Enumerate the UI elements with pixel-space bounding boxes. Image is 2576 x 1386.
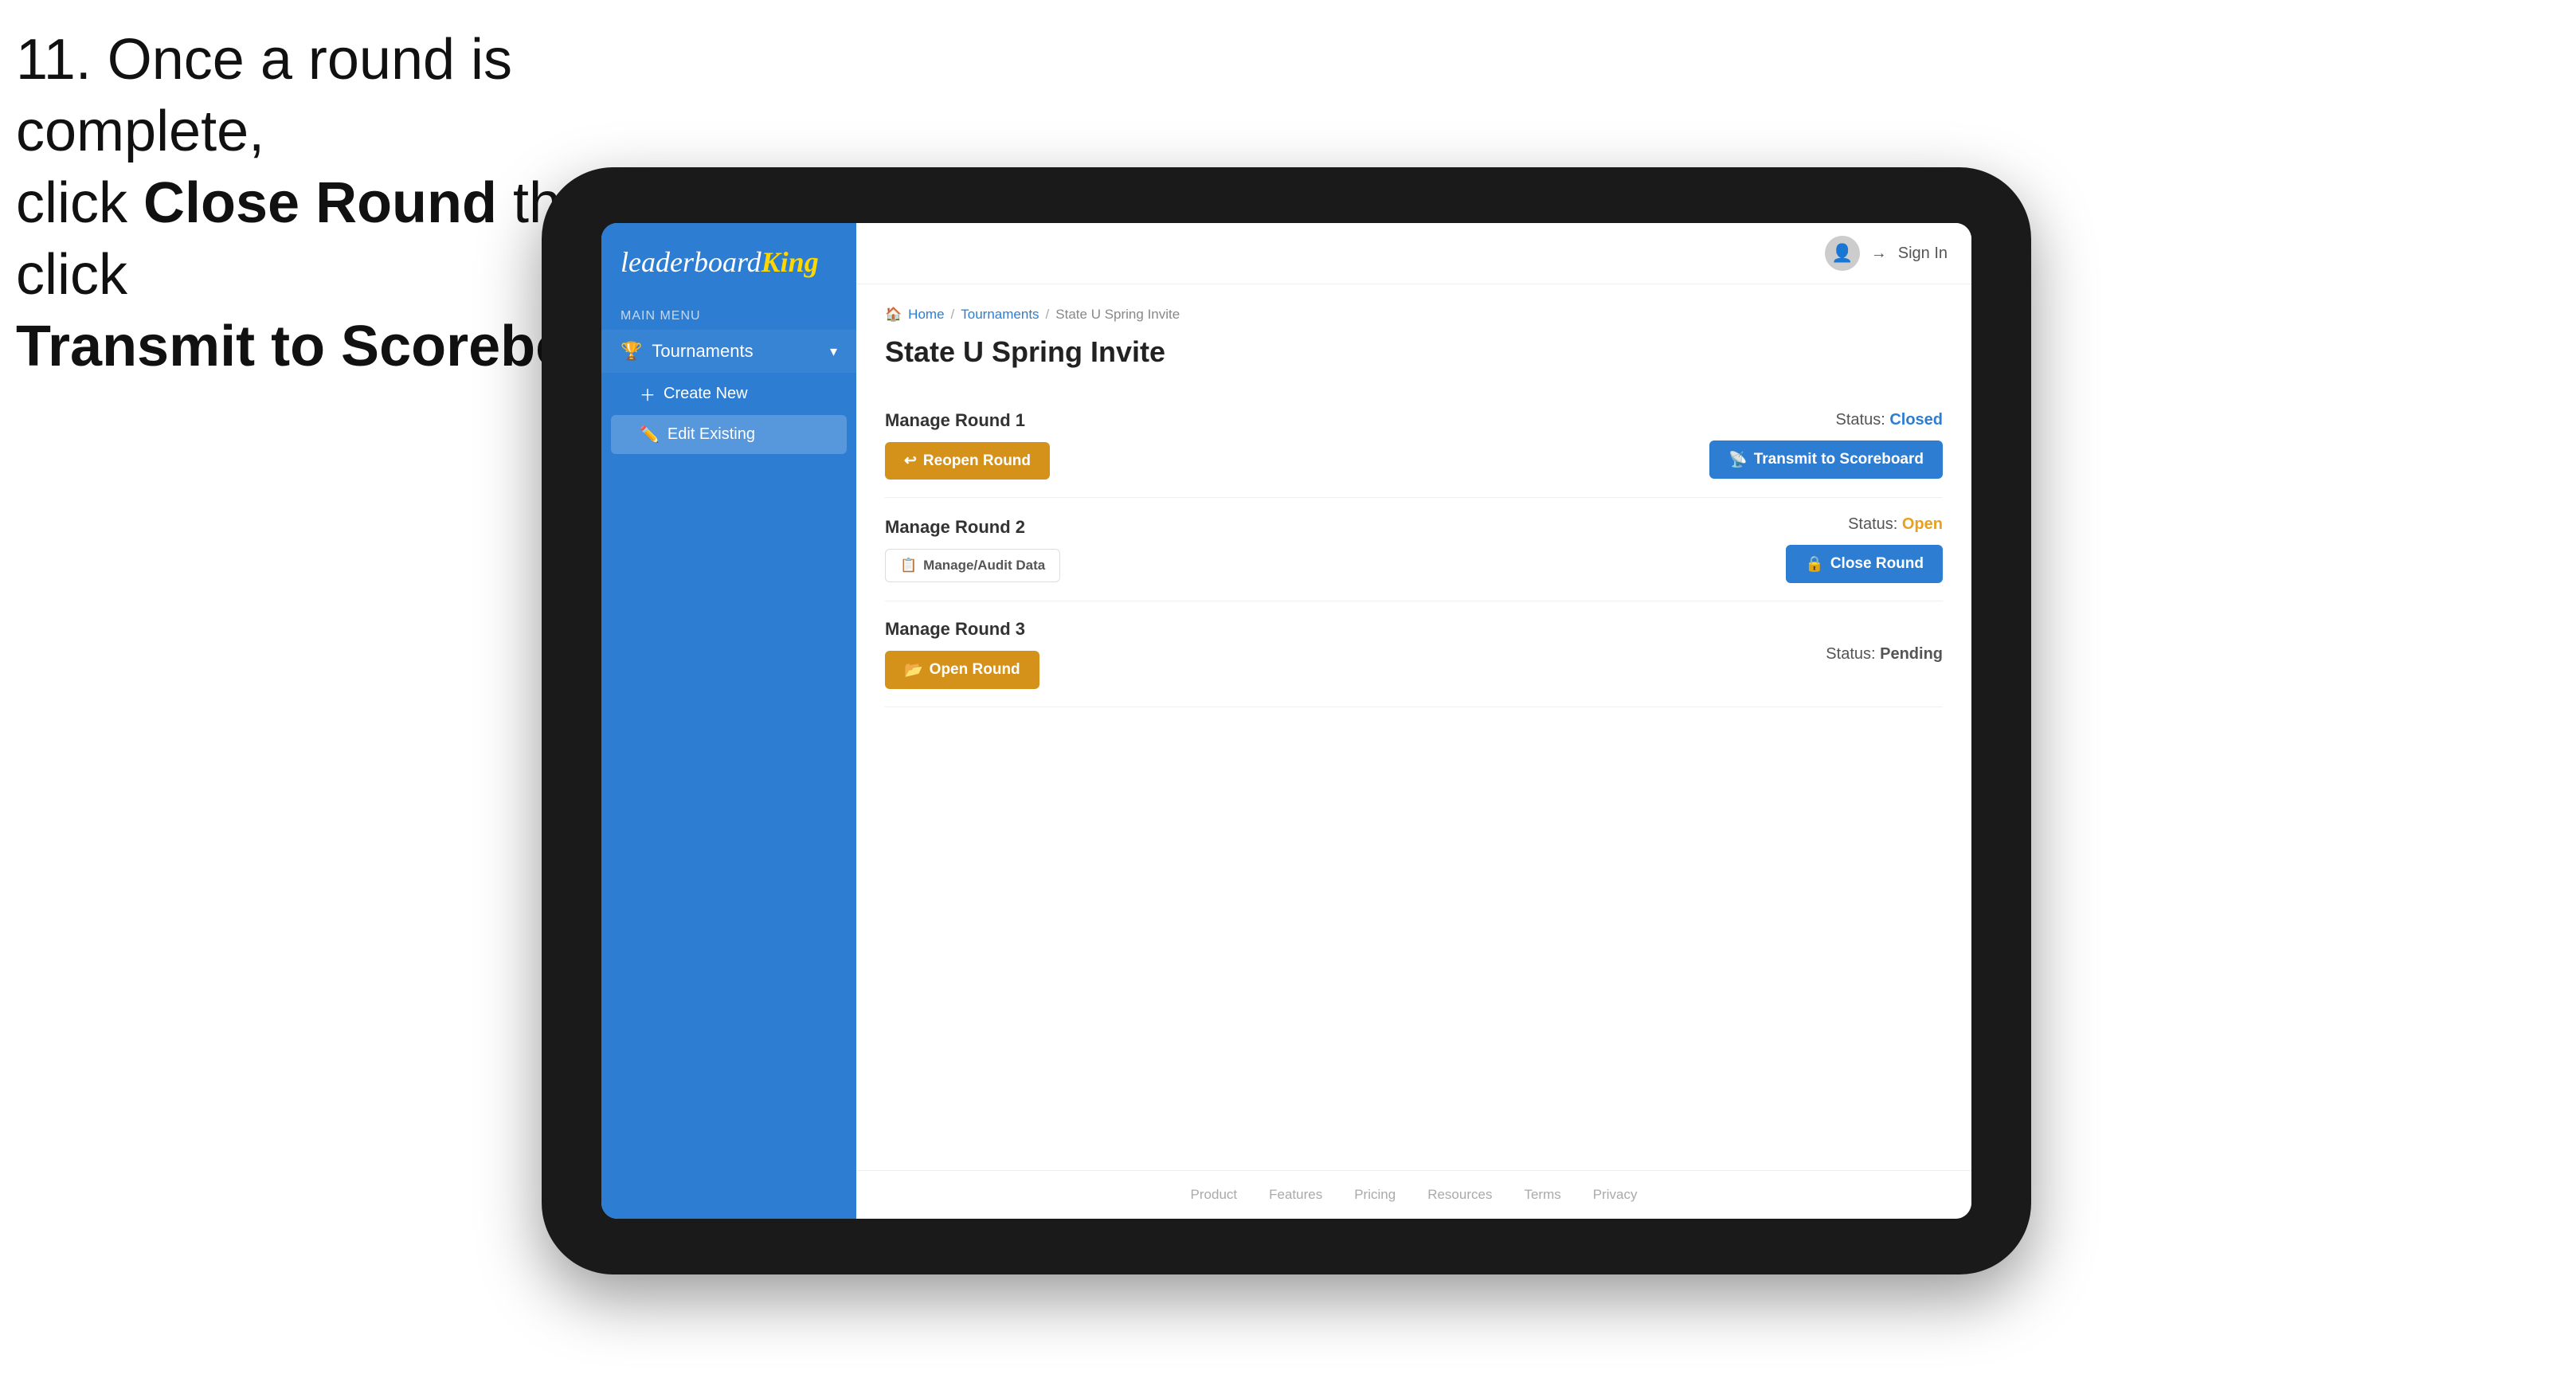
breadcrumb-sep1: /	[951, 307, 955, 323]
home-icon: 🏠	[885, 307, 902, 323]
close-icon: 🔒	[1805, 554, 1824, 574]
round-2-status: Status: Open	[1848, 515, 1943, 534]
transmit-to-scoreboard-button[interactable]: 📡 Transmit to Scoreboard	[1709, 440, 1943, 479]
page-title: State U Spring Invite	[885, 335, 1943, 369]
create-new-label: Create New	[664, 385, 748, 403]
instruction-line1: 11. Once a round is complete,	[16, 24, 733, 167]
sign-in-area: 👤 → Sign In	[1825, 236, 1948, 271]
reopen-round-button[interactable]: ↩ Reopen Round	[885, 442, 1050, 480]
logo-king: King	[761, 246, 819, 278]
round-2-right: Status: Open 🔒 Close Round	[1786, 515, 1943, 583]
manage-audit-label: Manage/Audit Data	[923, 558, 1045, 574]
footer: Product Features Pricing Resources Terms…	[856, 1170, 1971, 1219]
breadcrumb-home[interactable]: Home	[908, 307, 944, 323]
round-3-title: Manage Round 3	[885, 619, 1039, 640]
transmit-scoreboard-label: Transmit to Scoreboard	[1754, 451, 1924, 468]
sidebar-logo: leaderboardKing	[601, 223, 856, 295]
audit-icon: 📋	[900, 558, 917, 574]
sidebar-main-menu: MAIN MENU 🏆 Tournaments ▾ ＋ Create New	[601, 295, 856, 462]
sidebar-edit-existing[interactable]: ✏️ Edit Existing	[611, 415, 847, 454]
sidebar-tournaments-label: Tournaments	[652, 341, 753, 362]
sidebar: leaderboardKing MAIN MENU 🏆 Tournaments …	[601, 223, 856, 1219]
reopen-round-label: Reopen Round	[923, 452, 1031, 470]
round-1-status: Status: Closed	[1836, 411, 1944, 429]
round-1-status-value: Closed	[1889, 411, 1943, 429]
transmit-icon: 📡	[1728, 450, 1748, 469]
footer-resources[interactable]: Resources	[1427, 1187, 1492, 1203]
footer-terms[interactable]: Terms	[1524, 1187, 1560, 1203]
main-menu-label: MAIN MENU	[601, 303, 856, 330]
tablet-frame: leaderboardKing MAIN MENU 🏆 Tournaments …	[542, 167, 2031, 1274]
round-3-left: Manage Round 3 📂 Open Round	[885, 619, 1039, 689]
footer-product[interactable]: Product	[1191, 1187, 1238, 1203]
reopen-icon: ↩	[904, 452, 917, 470]
footer-pricing[interactable]: Pricing	[1354, 1187, 1396, 1203]
edit-existing-label: Edit Existing	[667, 425, 755, 444]
avatar: 👤	[1825, 236, 1860, 271]
app-layout: leaderboardKing MAIN MENU 🏆 Tournaments …	[601, 223, 1971, 1219]
breadcrumb: 🏠 Home / Tournaments / State U Spring In…	[885, 307, 1943, 323]
plus-icon: ＋	[640, 382, 656, 405]
main-content: 👤 → Sign In 🏠 Home / Tournaments / State…	[856, 223, 1971, 1219]
sign-in-label[interactable]: Sign In	[1898, 245, 1948, 263]
breadcrumb-sep2: /	[1046, 307, 1050, 323]
breadcrumb-tournaments[interactable]: Tournaments	[961, 307, 1039, 323]
round-1-title: Manage Round 1	[885, 410, 1050, 431]
round-2-card: Manage Round 2 📋 Manage/Audit Data Statu…	[885, 498, 1943, 601]
round-3-card: Manage Round 3 📂 Open Round Status: Pend…	[885, 601, 1943, 707]
page-body: 🏠 Home / Tournaments / State U Spring In…	[856, 284, 1971, 1170]
sign-in-icon: →	[1871, 245, 1887, 263]
open-round-label: Open Round	[930, 661, 1020, 679]
sidebar-item-tournaments[interactable]: 🏆 Tournaments ▾	[601, 330, 856, 373]
round-2-left: Manage Round 2 📋 Manage/Audit Data	[885, 517, 1060, 582]
round-1-card: Manage Round 1 ↩ Reopen Round Status: Cl…	[885, 393, 1943, 498]
breadcrumb-current: State U Spring Invite	[1055, 307, 1180, 323]
trophy-icon: 🏆	[621, 341, 642, 362]
round-1-left: Manage Round 1 ↩ Reopen Round	[885, 410, 1050, 480]
close-round-label: Close Round	[1830, 555, 1924, 573]
footer-privacy[interactable]: Privacy	[1593, 1187, 1638, 1203]
round-3-status-value: Pending	[1880, 645, 1943, 663]
edit-icon: ✏️	[640, 425, 660, 444]
manage-audit-button[interactable]: 📋 Manage/Audit Data	[885, 549, 1060, 582]
round-2-title: Manage Round 2	[885, 517, 1060, 538]
round-3-status: Status: Pending	[1826, 645, 1943, 664]
tablet-screen: leaderboardKing MAIN MENU 🏆 Tournaments …	[601, 223, 1971, 1219]
top-bar: 👤 → Sign In	[856, 223, 1971, 284]
sidebar-create-new[interactable]: ＋ Create New	[601, 373, 856, 415]
logo-leaderboard: leaderboard	[621, 246, 761, 278]
open-round-button[interactable]: 📂 Open Round	[885, 651, 1039, 689]
chevron-down-icon: ▾	[830, 343, 837, 360]
round-1-right: Status: Closed 📡 Transmit to Scoreboard	[1709, 411, 1943, 479]
round-2-status-value: Open	[1902, 515, 1943, 533]
close-round-button[interactable]: 🔒 Close Round	[1786, 545, 1943, 583]
footer-features[interactable]: Features	[1269, 1187, 1322, 1203]
round-3-right: Status: Pending	[1826, 645, 1943, 664]
open-icon: 📂	[904, 660, 923, 679]
